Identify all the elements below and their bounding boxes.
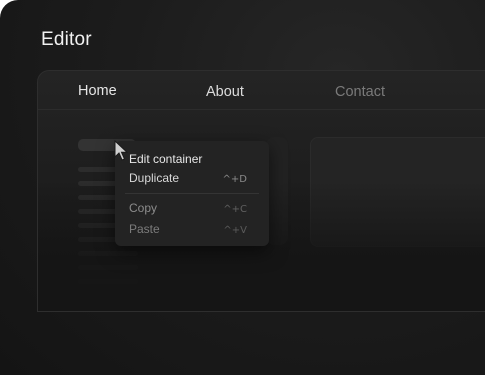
editor-canvas: Editor Home About Contact Edit container… [0, 0, 485, 375]
content-card[interactable] [266, 137, 288, 245]
nav-link-about[interactable]: About [206, 84, 244, 100]
menu-item-paste[interactable]: Paste [129, 222, 160, 236]
menu-separator [125, 193, 259, 194]
shortcut-copy: ^+C [223, 204, 247, 215]
nav-divider [38, 109, 485, 110]
menu-item-duplicate[interactable]: Duplicate [129, 171, 179, 185]
skeleton-line [78, 279, 138, 284]
menu-item-edit-container[interactable]: Edit container [129, 152, 202, 166]
shortcut-duplicate: ^+D [222, 174, 247, 185]
skeleton-line [78, 265, 138, 270]
shortcut-paste: ^+V [223, 225, 247, 236]
nav-link-home[interactable]: Home [78, 83, 117, 99]
content-card[interactable] [310, 137, 485, 247]
menu-item-copy[interactable]: Copy [129, 201, 157, 215]
nav-link-contact[interactable]: Contact [335, 84, 385, 100]
context-menu: Edit container Duplicate ^+D Copy ^+C Pa… [115, 141, 269, 246]
skeleton-line [78, 251, 138, 256]
mouse-pointer-icon [114, 140, 128, 161]
editor-title: Editor [41, 29, 92, 50]
